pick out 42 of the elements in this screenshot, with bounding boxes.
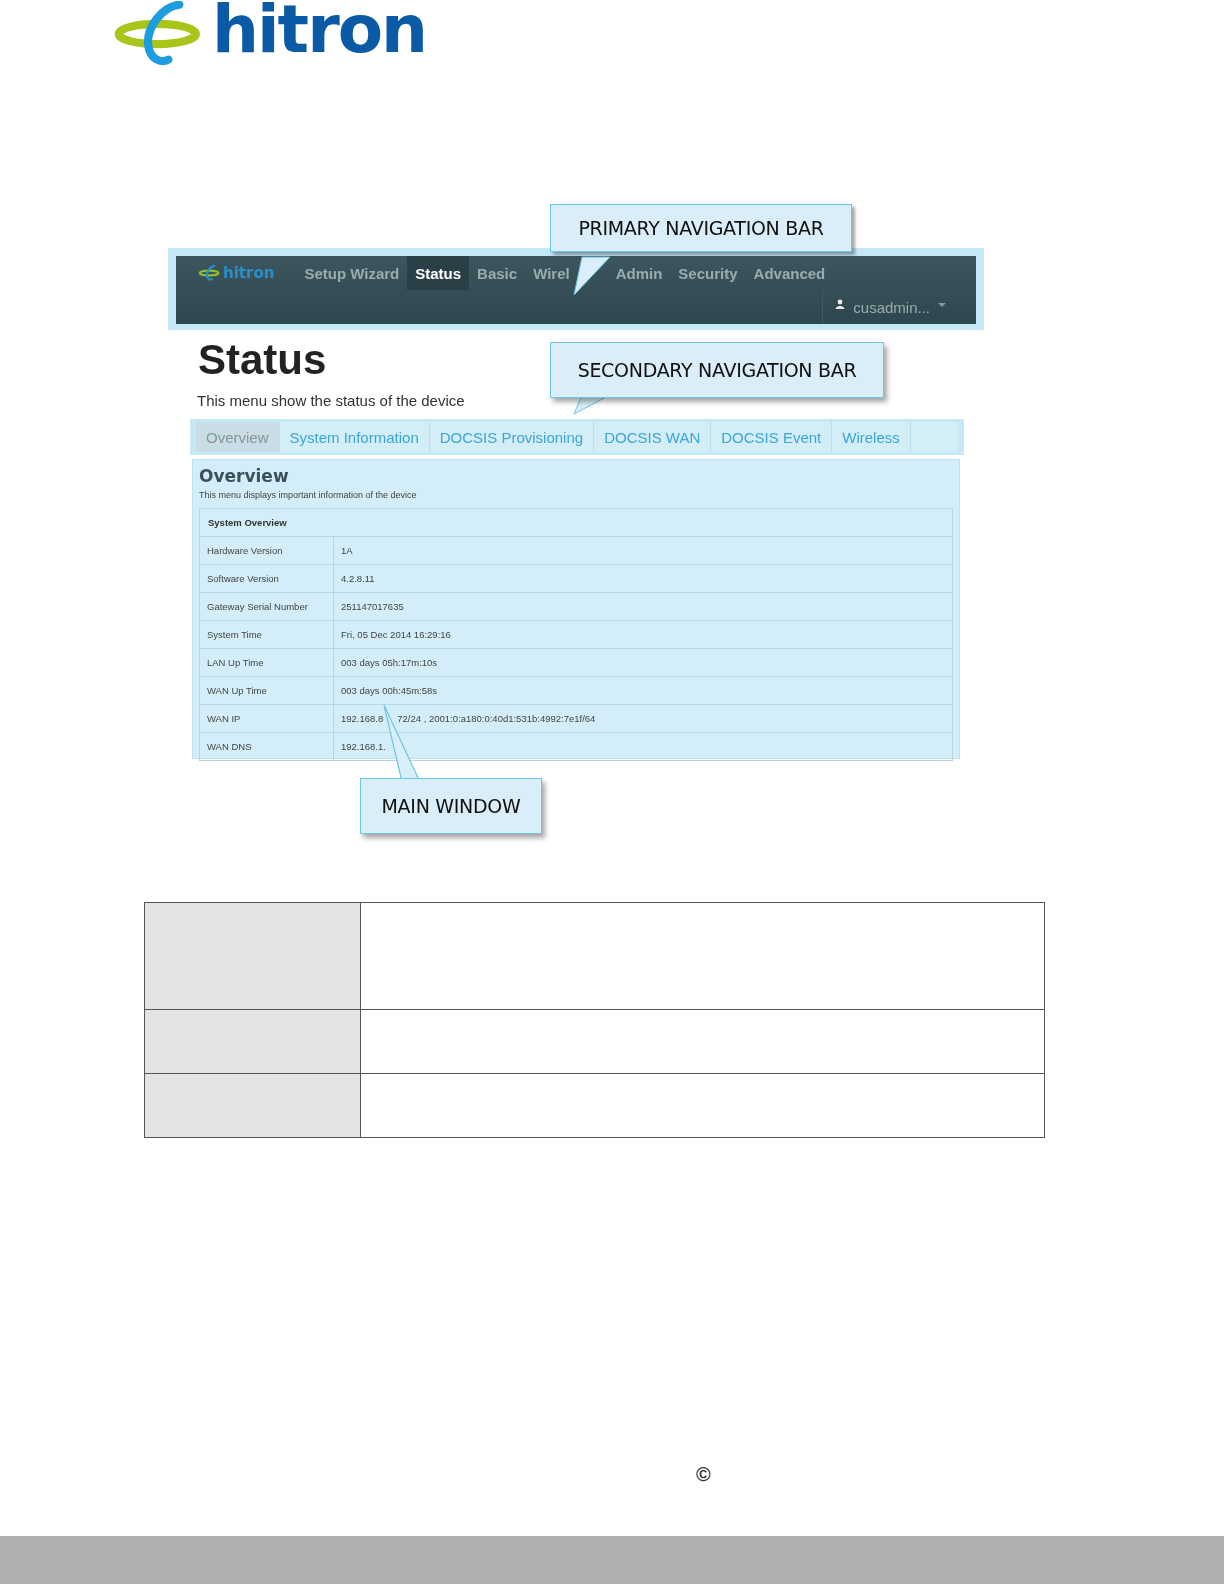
- table-cell: WAN DNS: [200, 733, 334, 760]
- copyright-symbol: ©: [696, 1464, 712, 1484]
- table-cell-value: 72/24 , 2001:0:a180:0:40d1:531b:4992:7e1f/64: [397, 713, 596, 724]
- section-title: Overview: [199, 466, 290, 486]
- user-icon: [835, 299, 846, 309]
- table-cell: WAN Up Time: [200, 677, 334, 704]
- logo-wordmark: hitron: [212, 0, 427, 63]
- table-cell-value: 1A: [341, 545, 353, 556]
- sub-tab[interactable]: DOCSIS Event: [711, 422, 833, 452]
- table-cell: Software Version: [200, 565, 334, 592]
- nav-tab[interactable]: Basic: [469, 256, 526, 290]
- table-cell-value: 192.168.8: [341, 713, 384, 724]
- table-cell-value: 251147017635: [341, 601, 404, 612]
- nav-tab[interactable]: Advanced: [745, 256, 834, 290]
- table-cell-value: 003 days 05h:17m:10s: [341, 657, 438, 668]
- nav-tab[interactable]: Admin: [607, 256, 671, 290]
- sub-tab[interactable]: Overview: [196, 422, 280, 452]
- sub-tab[interactable]: Wireless: [832, 422, 911, 452]
- nav-tab[interactable]: Security: [670, 256, 746, 290]
- table-cell: Gateway Serial Number: [200, 593, 334, 620]
- callout-label: PRIMARY NAVIGATION BAR: [550, 204, 852, 252]
- page-subtitle: This menu show the status of the device: [197, 392, 465, 409]
- sub-tab[interactable]: System Information: [279, 422, 430, 452]
- table-cell-value: Fri, 05 Dec 2014 16:29:16: [341, 629, 451, 640]
- nav-tab[interactable]: Status: [407, 256, 470, 290]
- nav-tab[interactable]: Setup Wizard: [296, 256, 408, 290]
- table-header: System Overview: [200, 509, 952, 537]
- table-cell: WAN IP: [200, 705, 334, 732]
- sub-tab[interactable]: DOCSIS Provisioning: [429, 422, 595, 452]
- section-subtitle: This menu displays important information of the device: [199, 490, 418, 500]
- table-cell: System Time: [200, 621, 334, 648]
- user-menu[interactable]: cusadmin...: [822, 290, 976, 324]
- brand-swirl-icon: [198, 265, 222, 281]
- table-cell-value: 4.2.8.11: [341, 573, 375, 584]
- sub-tab[interactable]: DOCSIS WAN: [594, 422, 712, 452]
- table-cell-value: 192.168.1.: [341, 741, 386, 752]
- table-cell: LAN Up Time: [200, 649, 334, 676]
- caret-icon: [938, 303, 946, 307]
- brand-wordmark: hitron: [223, 264, 275, 282]
- page-title: Status: [198, 336, 327, 384]
- table-cell: Hardware Version: [200, 537, 334, 564]
- table-cell-value: 003 days 00h:45m:58s: [341, 685, 438, 696]
